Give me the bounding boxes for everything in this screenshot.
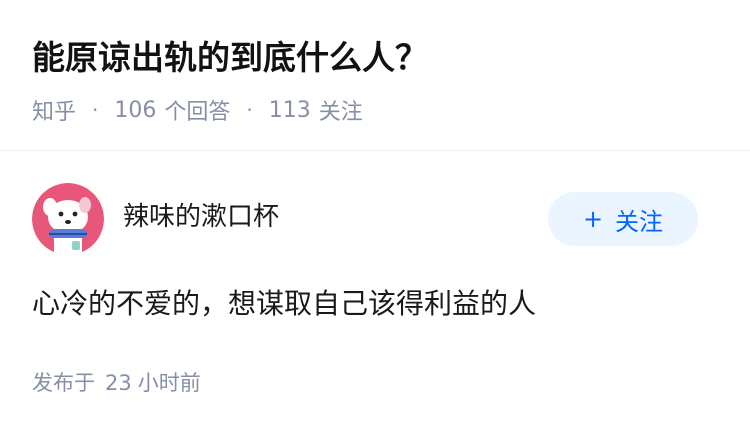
follower-count-label[interactable]: 关注 <box>319 94 363 126</box>
author-name[interactable]: 辣味的漱口杯 <box>123 199 279 235</box>
answer-card: 辣味的漱口杯 + 关注 心冷的不爱的，想谋取自己该得利益的人 发布于 23 小时前 <box>0 151 750 434</box>
answer-count: 106 <box>114 97 157 123</box>
follow-button-label: 关注 <box>615 207 664 236</box>
publish-time: 发布于 23 小时前 <box>32 366 201 400</box>
meta-separator: · <box>92 98 99 122</box>
publish-amount: 23 <box>105 371 132 395</box>
follower-count: 113 <box>268 97 311 123</box>
follow-button[interactable]: + 关注 <box>548 192 698 246</box>
author-avatar[interactable] <box>32 183 104 255</box>
dog-avatar-icon <box>32 183 104 255</box>
question-header: 能原谅出轨的到底什么人？ 知乎 · 106 个回答 · 113 关注 <box>0 0 750 151</box>
publish-unit: 小时前 <box>137 371 201 395</box>
source-link[interactable]: 知乎 <box>32 94 76 126</box>
question-meta: 知乎 · 106 个回答 · 113 关注 <box>32 93 363 127</box>
question-title[interactable]: 能原谅出轨的到底什么人？ <box>32 34 428 82</box>
answer-count-label[interactable]: 个回答 <box>164 94 230 126</box>
answer-content[interactable]: 心冷的不爱的，想谋取自己该得利益的人 <box>32 284 536 324</box>
meta-separator: · <box>246 98 253 122</box>
plus-icon: + <box>582 205 604 233</box>
publish-prefix: 发布于 <box>32 371 95 395</box>
